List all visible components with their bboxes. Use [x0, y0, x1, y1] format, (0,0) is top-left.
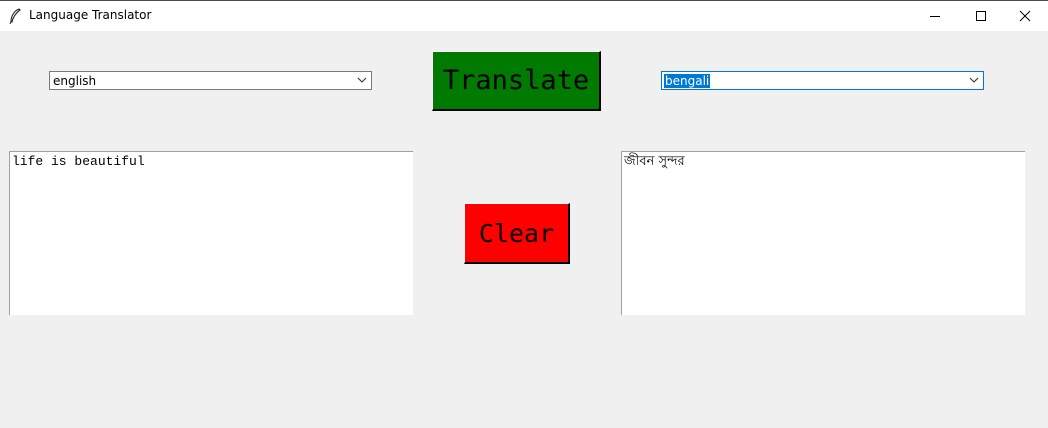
chevron-down-icon[interactable]: [969, 76, 979, 84]
minimize-icon: [930, 15, 940, 17]
title-bar-border: [0, 0, 1048, 1]
target-language-select[interactable]: bengali: [661, 71, 984, 90]
input-text: life is beautiful: [12, 154, 145, 169]
input-textarea[interactable]: life is beautiful: [9, 151, 413, 315]
clear-button[interactable]: Clear: [464, 203, 570, 264]
title-bar: Language Translator: [0, 0, 1048, 31]
source-language-value: english: [53, 74, 97, 88]
close-icon: [1019, 10, 1031, 21]
close-button[interactable]: [1002, 0, 1048, 31]
source-language-select[interactable]: english: [49, 71, 372, 90]
output-textarea[interactable]: জীবন সুন্দর: [621, 151, 1025, 315]
maximize-button[interactable]: [958, 0, 1004, 31]
maximize-icon: [976, 10, 986, 21]
target-language-value: bengali: [664, 74, 711, 88]
chevron-down-icon[interactable]: [357, 76, 367, 84]
window-title: Language Translator: [29, 8, 152, 22]
minimize-button[interactable]: [912, 0, 958, 31]
translate-button[interactable]: Translate: [432, 51, 601, 111]
output-text: জীবন সুন্দর: [624, 154, 685, 169]
feather-icon: [8, 8, 22, 25]
